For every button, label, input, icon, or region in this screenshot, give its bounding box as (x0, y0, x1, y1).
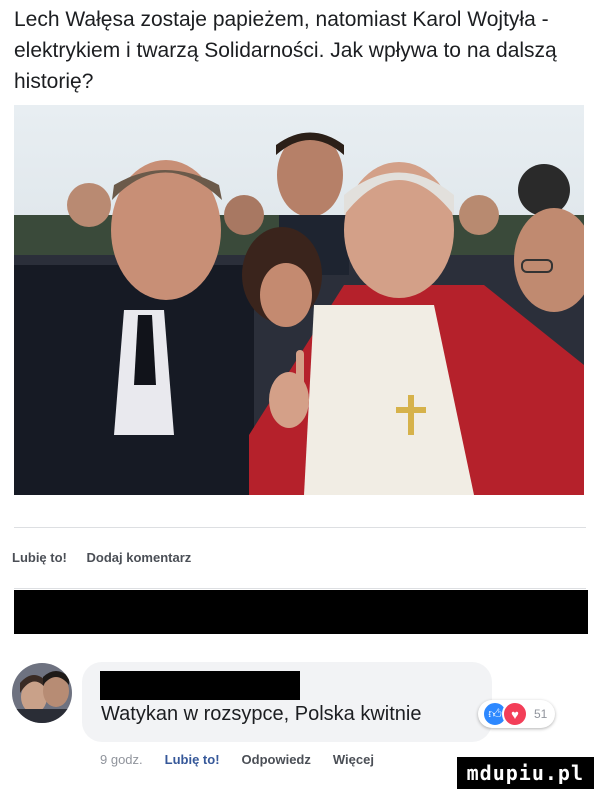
love-reaction-icon: ♥ (502, 701, 528, 727)
comment-reply-link[interactable]: Odpowiedz (242, 752, 311, 767)
post-photo[interactable] (14, 105, 584, 495)
redaction-bar (14, 590, 588, 634)
post-actions: Lubię to! Dodaj komentarz (12, 550, 207, 565)
photo-illustration (14, 105, 584, 495)
avatar-image (12, 663, 72, 723)
comment-meta: 9 godz. Lubię to! Odpowiedz Więcej (100, 752, 374, 767)
like-button[interactable]: Lubię to! (12, 550, 67, 565)
reactions-badge[interactable]: 👍︎ ♥ 51 (478, 700, 556, 728)
divider (14, 527, 586, 528)
post-text: Lech Wałęsa zostaje papieżem, natomiast … (14, 8, 557, 93)
add-comment-button[interactable]: Dodaj komentarz (87, 550, 192, 565)
watermark-logo: mdupiu.pl (456, 757, 594, 789)
comment-time[interactable]: 9 godz. (100, 752, 143, 767)
comment-more-link[interactable]: Więcej (333, 752, 374, 767)
avatar[interactable] (12, 663, 72, 723)
comment-text: Watykan w rozsypce, Polska kwitnie (101, 703, 422, 725)
divider (14, 588, 586, 589)
comment-like-link[interactable]: Lubię to! (165, 752, 220, 767)
reaction-count: 51 (534, 707, 548, 721)
redacted-author-name (100, 671, 300, 700)
